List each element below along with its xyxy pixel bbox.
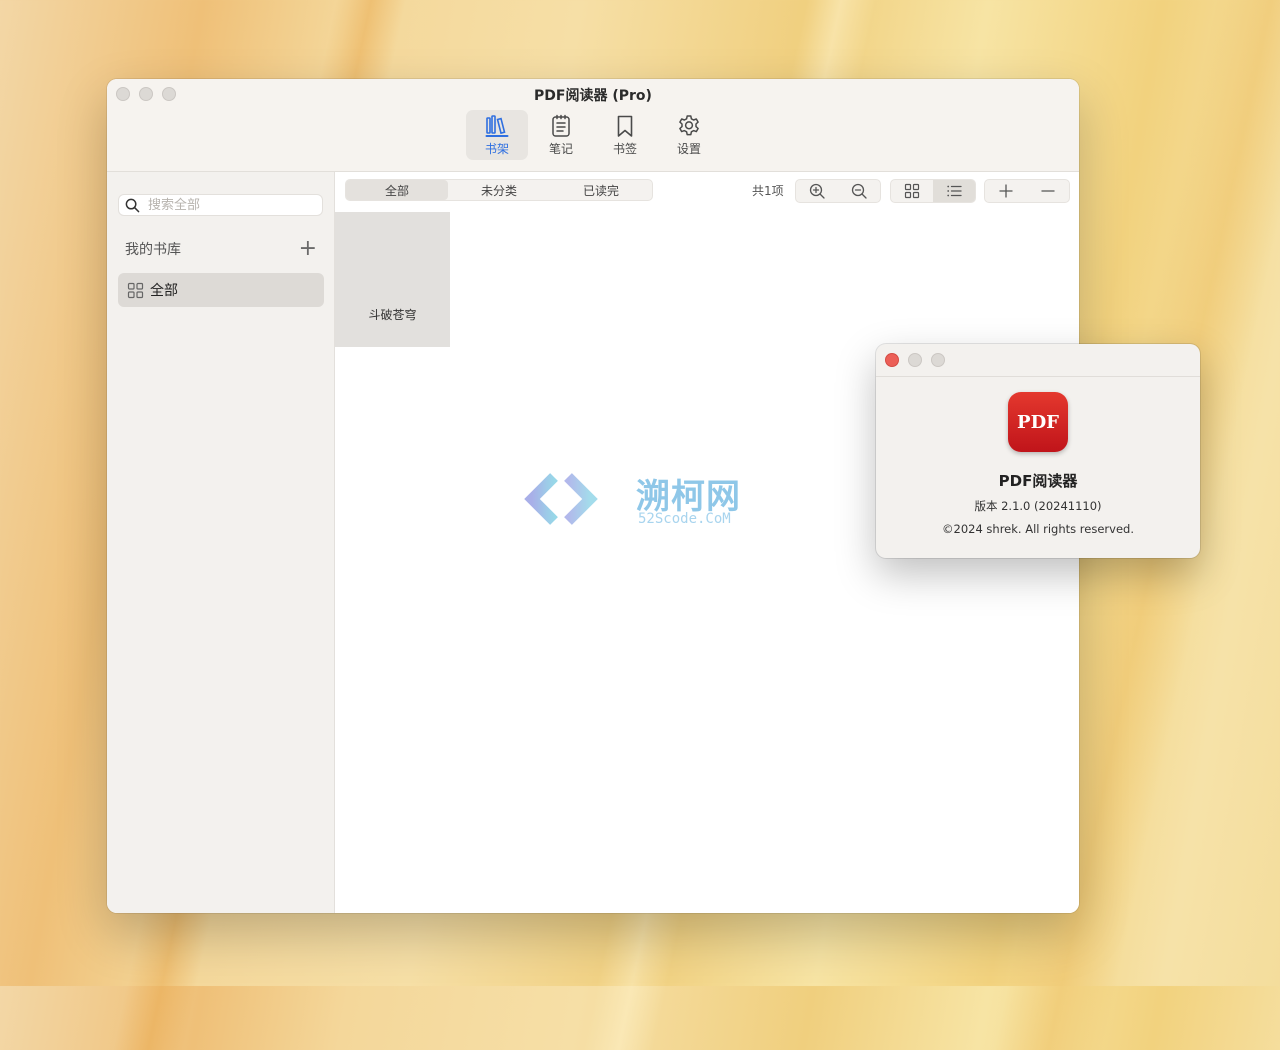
tab-bookshelf[interactable]: 书架	[466, 110, 528, 160]
about-app-name: PDF阅读器	[998, 472, 1078, 490]
bookshelf-icon	[485, 115, 509, 137]
grid-view-icon	[904, 183, 920, 199]
search-box[interactable]	[118, 194, 323, 216]
about-title-bar	[876, 344, 1200, 377]
tab-notes-label: 笔记	[548, 142, 573, 156]
tab-bookmarks-label: 书签	[612, 142, 637, 156]
plus-icon	[999, 184, 1013, 198]
about-copyright: ©2024 shrek. All rights reserved.	[942, 522, 1134, 536]
bookmark-icon	[617, 115, 633, 137]
add-button[interactable]	[985, 180, 1027, 202]
title-bar: PDF阅读器 (Pro) 书架 笔记 书签 设置	[107, 79, 1079, 172]
add-library-button[interactable]: +	[299, 238, 317, 260]
about-window: PDF PDF阅读器 版本 2.1.0 (20241110) ©2024 shr…	[876, 344, 1200, 558]
sidebar: 我的书库 + 全部	[107, 172, 335, 913]
zoom-in-button[interactable]	[796, 180, 838, 202]
minus-icon	[1041, 190, 1055, 192]
add-remove-controls	[984, 179, 1070, 203]
gear-icon	[679, 115, 699, 136]
window-title: PDF阅读器 (Pro)	[534, 88, 652, 104]
about-window-controls	[885, 353, 945, 367]
book-title: 斗破苍穹	[368, 308, 417, 322]
about-close-button[interactable]	[885, 353, 899, 367]
about-zoom-button	[931, 353, 945, 367]
filter-uncategorized[interactable]: 未分类	[448, 180, 550, 200]
remove-button[interactable]	[1027, 180, 1069, 202]
item-count: 共1项	[752, 184, 784, 198]
about-version: 版本 2.1.0 (20241110)	[974, 499, 1102, 513]
list-view-button[interactable]	[933, 180, 975, 202]
watermark-logo-icon	[524, 473, 598, 525]
zoom-out-icon	[851, 183, 867, 199]
sidebar-item-all[interactable]: 全部	[118, 273, 324, 307]
library-header: 我的书库 +	[125, 238, 317, 260]
zoom-controls	[795, 179, 881, 203]
list-view-icon	[947, 185, 962, 197]
zoom-out-button[interactable]	[838, 180, 880, 202]
watermark-subtext: 52Scode.CoM	[638, 511, 731, 527]
tab-bookshelf-label: 书架	[484, 142, 509, 156]
library-title: 我的书库	[125, 242, 181, 258]
tab-notes[interactable]: 笔记	[530, 110, 592, 160]
search-input[interactable]	[146, 196, 310, 214]
app-icon: PDF	[1008, 392, 1068, 452]
app-icon-text: PDF	[1017, 411, 1059, 433]
notes-icon	[552, 114, 570, 137]
tab-bookmarks[interactable]: 书签	[594, 110, 656, 160]
tab-settings-label: 设置	[676, 142, 701, 156]
zoom-in-icon	[809, 183, 825, 199]
sidebar-item-label: 全部	[150, 283, 178, 299]
book-card[interactable]: 斗破苍穹	[335, 212, 450, 347]
about-minimize-button	[908, 353, 922, 367]
filter-segmented-control: 全部 未分类 已读完	[345, 179, 653, 201]
filter-finished[interactable]: 已读完	[550, 180, 652, 200]
main-toolbar: 书架 笔记 书签 设置	[466, 110, 720, 160]
filter-all[interactable]: 全部	[346, 180, 448, 200]
grid-view-button[interactable]	[891, 180, 933, 202]
grid-icon	[127, 282, 144, 298]
tab-settings[interactable]: 设置	[658, 110, 720, 160]
view-mode-controls	[890, 179, 976, 203]
search-icon	[125, 198, 140, 212]
watermark: 溯柯网 52Scode.CoM	[490, 457, 790, 537]
